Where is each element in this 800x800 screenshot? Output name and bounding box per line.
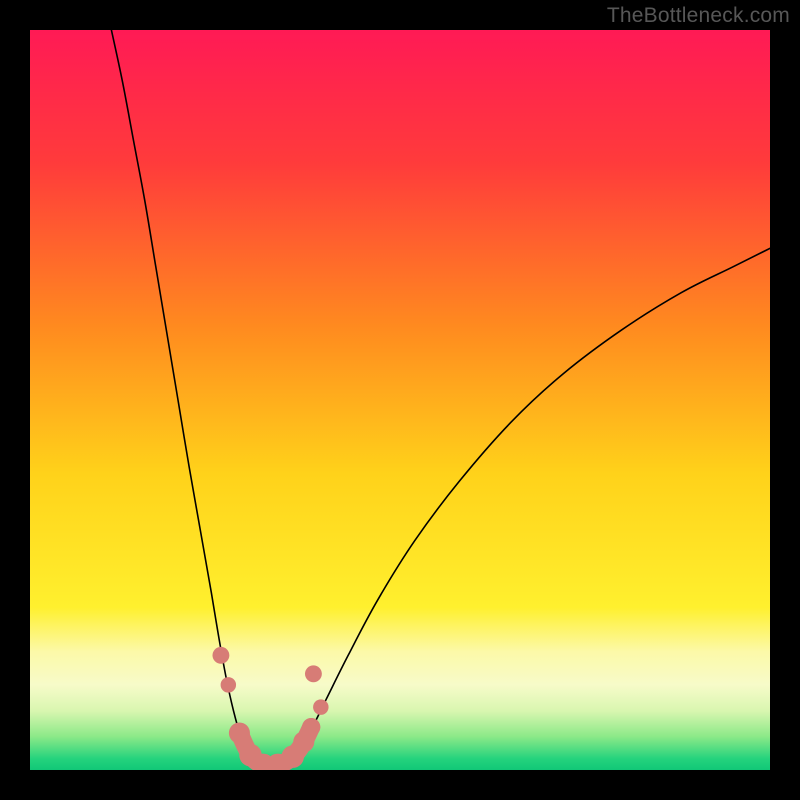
marker-dot <box>305 665 322 682</box>
chart-svg <box>30 30 770 770</box>
gradient-background <box>30 30 770 770</box>
marker-dot <box>302 718 320 736</box>
marker-dot <box>313 699 328 714</box>
marker-dot <box>229 722 250 743</box>
marker-dot <box>221 677 236 692</box>
marker-dot <box>212 647 229 664</box>
watermark-text: TheBottleneck.com <box>607 4 790 28</box>
plot-area <box>30 30 770 770</box>
chart-frame: TheBottleneck.com <box>0 0 800 800</box>
